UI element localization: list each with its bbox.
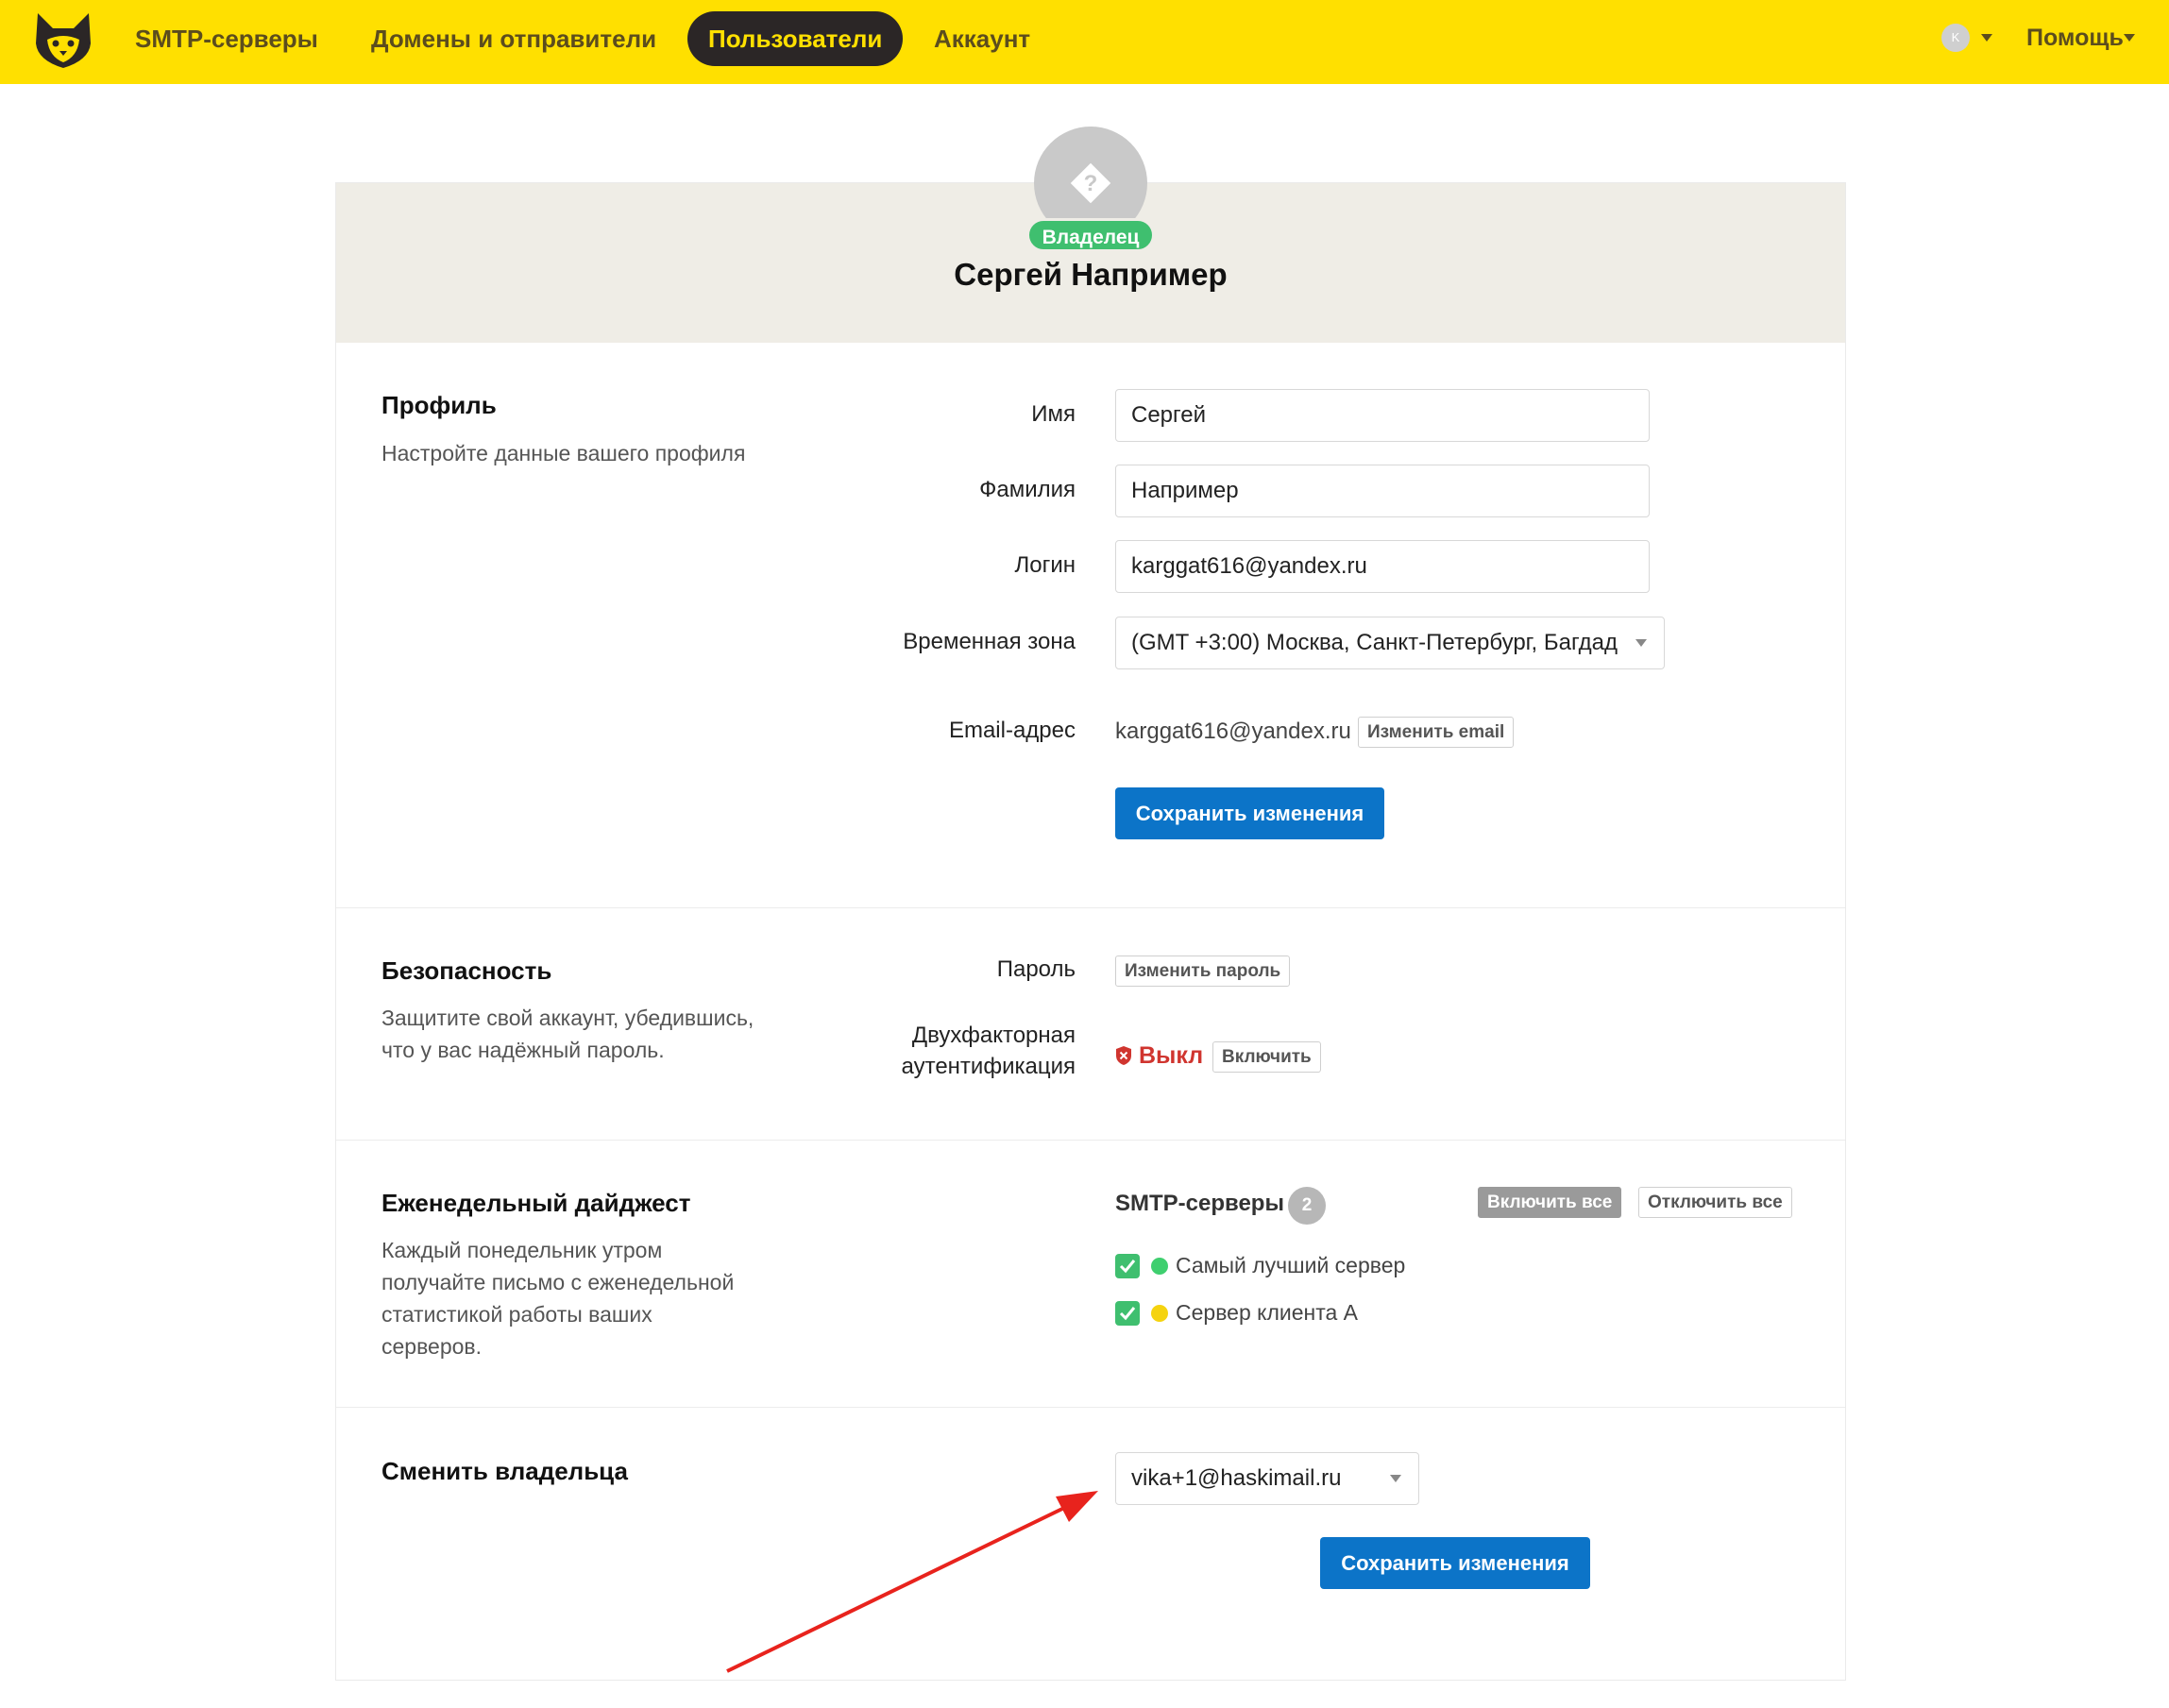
enable-twofa-button[interactable]: Включить — [1212, 1041, 1321, 1073]
section-divider — [336, 1140, 1845, 1141]
nav-account[interactable]: Аккаунт — [934, 11, 1030, 66]
security-description-line1: Защитите свой аккаунт, убедившись, — [381, 1006, 754, 1030]
security-section-title: Безопасность — [381, 956, 552, 985]
first-name-label: Имя — [1031, 401, 1076, 427]
server-name: Сервер клиента А — [1176, 1300, 1359, 1325]
timezone-label: Временная зона — [903, 629, 1076, 654]
disable-all-button[interactable]: Отключить все — [1638, 1187, 1792, 1218]
chevron-down-icon[interactable] — [1390, 1475, 1401, 1482]
save-profile-button[interactable]: Сохранить изменения — [1115, 787, 1384, 839]
twofa-label-line1: Двухфакторная — [911, 1023, 1076, 1048]
change-email-button[interactable]: Изменить email — [1358, 717, 1515, 748]
nav-users[interactable]: Пользователи — [687, 11, 904, 66]
timezone-selected-value: (GMT +3:00) Москва, Санкт-Петербург, Баг… — [1131, 630, 1618, 655]
checkmark-icon — [1119, 1260, 1136, 1274]
chevron-down-icon[interactable] — [2124, 34, 2135, 42]
section-divider — [336, 907, 1845, 908]
profile-section-description: Настройте данные вашего профиля — [381, 441, 746, 465]
last-name-label: Фамилия — [979, 477, 1076, 502]
twofa-status: Выкл — [1139, 1042, 1204, 1069]
status-dot-green — [1151, 1258, 1168, 1275]
digest-section-title: Еженедельный дайджест — [381, 1189, 691, 1217]
security-description-line2: что у вас надёжный пароль. — [381, 1038, 665, 1062]
svg-text:?: ? — [1084, 171, 1098, 196]
save-owner-button[interactable]: Сохранить изменения — [1320, 1537, 1590, 1589]
user-menu-avatar[interactable]: K — [1941, 24, 1970, 52]
status-dot-yellow — [1151, 1305, 1168, 1322]
new-owner-selected-value: vika+1@haskimail.ru — [1131, 1465, 1342, 1491]
digest-description-line2: получайте письмо с еженедельной — [381, 1270, 735, 1294]
password-label: Пароль — [996, 956, 1076, 982]
change-owner-section-title: Сменить владельца — [381, 1457, 628, 1485]
role-badge: Владелец — [1026, 218, 1155, 252]
digest-description-line3: статистикой работы ваших — [381, 1302, 652, 1327]
server-checkbox[interactable] — [1115, 1254, 1140, 1278]
timezone-select[interactable]: (GMT +3:00) Москва, Санкт-Петербург, Баг… — [1115, 617, 1665, 669]
digest-servers-heading: SMTP-серверы — [1115, 1191, 1284, 1216]
servers-count-badge: 2 — [1288, 1187, 1326, 1225]
twofa-label-line2: аутентификация — [901, 1054, 1076, 1079]
change-password-button[interactable]: Изменить пароль — [1115, 955, 1291, 987]
page-title: Сергей Например — [954, 257, 1228, 292]
new-owner-select[interactable]: vika+1@haskimail.ru — [1115, 1452, 1419, 1505]
login-field[interactable] — [1115, 540, 1650, 593]
last-name-field[interactable] — [1115, 465, 1650, 517]
profile-section-title: Профиль — [381, 391, 497, 419]
section-divider — [336, 1407, 1845, 1408]
nav-domains-senders[interactable]: Домены и отправители — [371, 11, 656, 66]
checkmark-icon — [1119, 1307, 1136, 1321]
first-name-field[interactable] — [1115, 389, 1650, 442]
server-checkbox[interactable] — [1115, 1301, 1140, 1326]
enable-all-button[interactable]: Включить все — [1478, 1187, 1622, 1218]
login-label: Логин — [1014, 552, 1076, 578]
help-label: Помощь — [2026, 25, 2124, 51]
digest-description-line4: серверов. — [381, 1334, 483, 1359]
email-value: karggat616@yandex.ru — [1115, 719, 1351, 744]
chevron-down-icon[interactable] — [1981, 34, 1992, 42]
nav-smtp-servers[interactable]: SMTP-серверы — [135, 11, 318, 66]
unknown-user-diamond-icon: ? — [1070, 162, 1111, 204]
server-name: Самый лучший сервер — [1176, 1253, 1406, 1277]
help-menu[interactable]: Помощь — [2026, 19, 2124, 57]
digest-description-line1: Каждый понедельник утром — [381, 1238, 663, 1262]
husky-dog-logo-icon[interactable] — [32, 11, 94, 70]
top-navigation-bar: SMTP-серверы Домены и отправители Пользо… — [0, 0, 2169, 84]
email-label: Email-адрес — [948, 718, 1076, 743]
shield-off-icon — [1116, 1046, 1131, 1065]
chevron-down-icon[interactable] — [1635, 639, 1647, 647]
